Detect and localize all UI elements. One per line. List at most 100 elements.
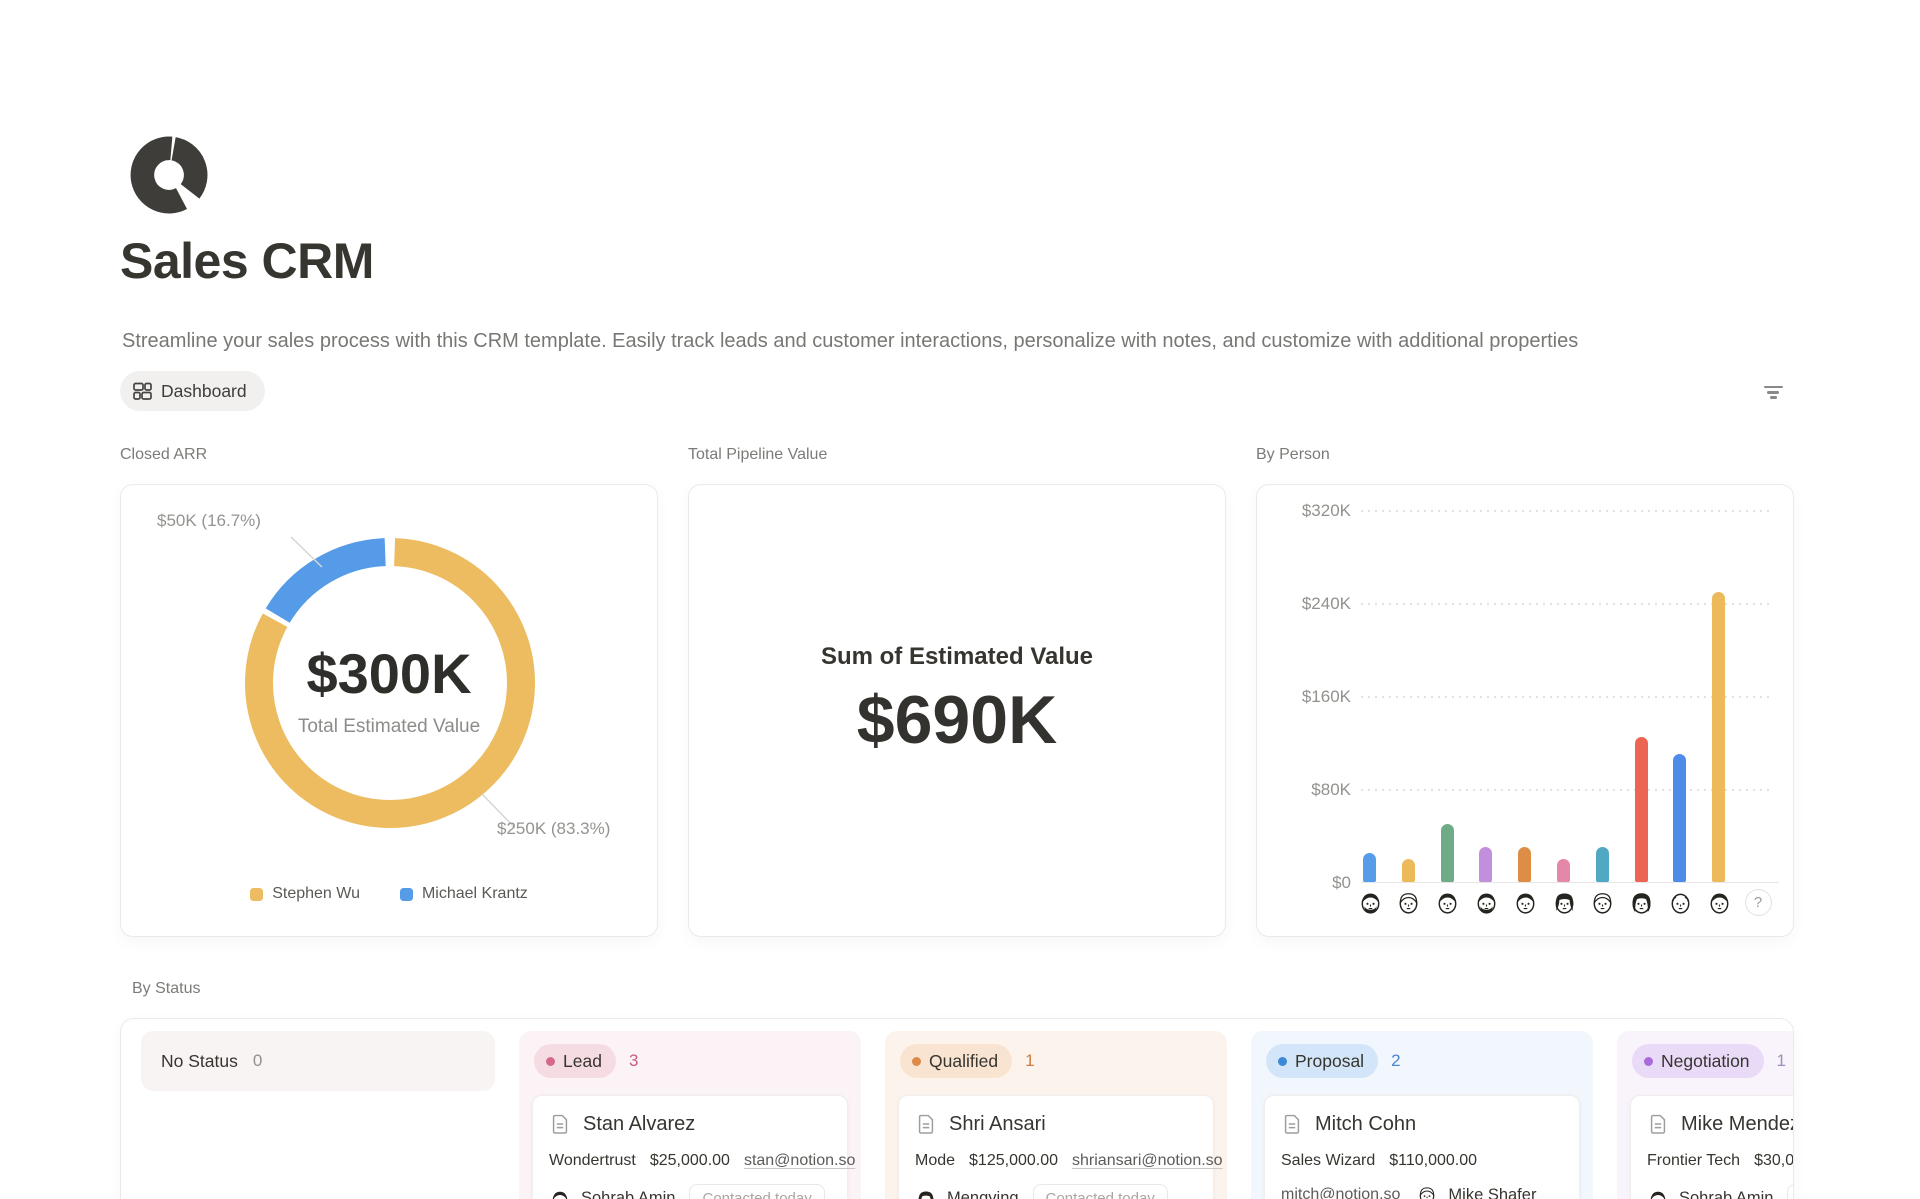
bar-person-6[interactable] xyxy=(1557,859,1570,882)
column-proposal-header: Proposal 2 xyxy=(1264,1043,1580,1079)
dashboard-grid-icon xyxy=(133,382,152,401)
contacted-pill[interactable]: Contacted today xyxy=(1033,1184,1168,1199)
column-negotiation-header: Negotiation 1 xyxy=(1630,1043,1794,1079)
avatar-mengying xyxy=(915,1188,937,1199)
column-negotiation: Negotiation 1 Mike Mendez Frontier Tech … xyxy=(1617,1031,1794,1199)
pipeline-label: Total Pipeline Value xyxy=(688,446,1226,464)
card-title-row: Stan Alvarez xyxy=(549,1110,831,1138)
slice-label-michael: $50K (16.7%) xyxy=(157,511,261,531)
column-no-status-count: 0 xyxy=(253,1051,262,1071)
status-pill-proposal: Proposal xyxy=(1266,1044,1378,1078)
page-description: Streamline your sales process with this … xyxy=(122,330,1682,353)
y-tick-320k: $320K xyxy=(1265,501,1351,521)
avatar-sohrab-amin xyxy=(549,1188,571,1199)
slice-label-stephen: $250K (83.3%) xyxy=(497,819,610,839)
column-lead: Lead 3 Stan Alvarez Wondertrust $25,000.… xyxy=(519,1031,861,1199)
tab-dashboard[interactable]: Dashboard xyxy=(120,371,265,411)
card-title-row: Mike Mendez xyxy=(1647,1110,1794,1138)
x-axis-avatar-woman-light xyxy=(1589,889,1616,916)
card-mitch-cohn[interactable]: Mitch Cohn Sales Wizard $110,000.00 mitc… xyxy=(1264,1095,1580,1199)
page-icon xyxy=(549,1113,571,1135)
x-axis-avatar-man-plain xyxy=(1512,889,1539,916)
legend-item-michael-krantz: Michael Krantz xyxy=(400,885,528,903)
sales-crm-page: Sales CRM Streamline your sales process … xyxy=(0,0,1920,1199)
pipeline-card: Sum of Estimated Value $690K xyxy=(688,484,1226,937)
column-lead-header: Lead 3 xyxy=(532,1043,848,1079)
bar-person-8[interactable] xyxy=(1635,737,1648,882)
card-properties-row: Mode $125,000.00 shriansari@notion.so xyxy=(915,1150,1197,1172)
bar-person-3[interactable] xyxy=(1441,824,1454,882)
column-no-status-label: No Status xyxy=(161,1051,238,1072)
legend-swatch-yellow xyxy=(250,888,263,901)
y-tick-0: $0 xyxy=(1265,873,1351,893)
email-link[interactable]: shriansari@notion.so xyxy=(1072,1150,1223,1172)
card-properties-row: Sales Wizard $110,000.00 xyxy=(1281,1150,1563,1172)
bar-person-1[interactable] xyxy=(1363,853,1376,882)
x-axis-avatar-unknown: ? xyxy=(1745,889,1772,916)
donut-center: $300K Total Estimated Value xyxy=(121,641,657,738)
tab-dashboard-label: Dashboard xyxy=(161,381,247,402)
donut-total-value: $300K xyxy=(121,641,657,706)
page-icon xyxy=(1647,1113,1669,1135)
amount: $30,000.00 xyxy=(1754,1150,1794,1172)
page-title: Sales CRM xyxy=(120,232,374,290)
bar-person-5[interactable] xyxy=(1518,847,1531,882)
card-properties-row: Wondertrust $25,000.00 stan@notion.so xyxy=(549,1150,831,1172)
bar-person-10[interactable] xyxy=(1712,592,1725,882)
contacted-pill[interactable]: Contacted today xyxy=(1787,1184,1794,1199)
column-qualified-count: 1 xyxy=(1025,1051,1034,1071)
card-title-row: Mitch Cohn xyxy=(1281,1110,1563,1138)
pipeline-caption: Sum of Estimated Value xyxy=(821,643,1093,671)
contacted-pill[interactable]: Contacted today xyxy=(689,1184,824,1199)
email-link[interactable]: mitch@notion.so xyxy=(1281,1186,1400,1199)
amount: $110,000.00 xyxy=(1389,1150,1477,1172)
y-tick-240k: $240K xyxy=(1265,594,1351,614)
donut-total-caption: Total Estimated Value xyxy=(121,716,657,738)
company: Wondertrust xyxy=(549,1150,636,1172)
x-axis-avatar-man-dark xyxy=(1706,889,1733,916)
card-title-row: Shri Ansari xyxy=(915,1110,1197,1138)
column-lead-count: 3 xyxy=(629,1051,638,1071)
by-person-card: $320K $240K $160K $80K $0 ? xyxy=(1256,484,1794,937)
by-person-block: By Person $320K $240K $160K $80K $0 ? xyxy=(1256,446,1794,464)
pipeline-block: Total Pipeline Value Sum of Estimated Va… xyxy=(688,446,1226,464)
by-status-board[interactable]: No Status 0 Lead 3 Stan Alvarez xyxy=(120,1018,1794,1199)
x-axis-avatar-man-beard xyxy=(1473,889,1500,916)
card-contact-row: Mengying Contacted today xyxy=(915,1184,1197,1199)
x-axis-avatar-man-balding xyxy=(1667,889,1694,916)
card-mike-mendez[interactable]: Mike Mendez Frontier Tech $30,000.00 Soh… xyxy=(1630,1095,1794,1199)
avatar-sohrab-amin xyxy=(1647,1188,1669,1199)
email-link[interactable]: stan@notion.so xyxy=(744,1150,855,1172)
amount: $25,000.00 xyxy=(650,1150,730,1172)
closed-arr-card: $300K Total Estimated Value $50K (16.7%)… xyxy=(120,484,658,937)
legend-item-stephen-wu: Stephen Wu xyxy=(250,885,360,903)
status-dot xyxy=(1278,1057,1287,1066)
column-negotiation-count: 1 xyxy=(1777,1051,1786,1071)
status-pill-negotiation: Negotiation xyxy=(1632,1044,1764,1078)
bar-person-4[interactable] xyxy=(1479,847,1492,882)
bar-person-2[interactable] xyxy=(1402,859,1415,882)
y-tick-160k: $160K xyxy=(1265,687,1351,707)
x-axis-avatar-man-light xyxy=(1395,889,1422,916)
card-contact-row: Sohrab Amin Contacted today xyxy=(549,1184,831,1199)
column-qualified: Qualified 1 Shri Ansari Mode $125,000.00… xyxy=(885,1031,1227,1199)
page-icon xyxy=(915,1113,937,1135)
legend-swatch-blue xyxy=(400,888,413,901)
filter-icon[interactable] xyxy=(1758,378,1788,404)
status-pill-qualified: Qualified xyxy=(900,1044,1012,1078)
page-icon xyxy=(1281,1113,1303,1135)
amount: $125,000.00 xyxy=(969,1150,1058,1172)
pipeline-value: $690K xyxy=(857,681,1057,759)
company: Frontier Tech xyxy=(1647,1150,1740,1172)
bar-person-9[interactable] xyxy=(1673,754,1686,882)
x-axis-avatar-woman-bob xyxy=(1628,889,1655,916)
card-stan-alvarez[interactable]: Stan Alvarez Wondertrust $25,000.00 stan… xyxy=(532,1095,848,1199)
closed-arr-label: Closed ARR xyxy=(120,446,658,464)
card-shri-ansari[interactable]: Shri Ansari Mode $125,000.00 shriansari@… xyxy=(898,1095,1214,1199)
company: Sales Wizard xyxy=(1281,1150,1375,1172)
column-no-status: No Status 0 xyxy=(141,1031,495,1091)
status-dot xyxy=(912,1057,921,1066)
bar-person-7[interactable] xyxy=(1596,847,1609,882)
by-person-bar-chart xyxy=(1361,511,1773,882)
company: Mode xyxy=(915,1150,955,1172)
